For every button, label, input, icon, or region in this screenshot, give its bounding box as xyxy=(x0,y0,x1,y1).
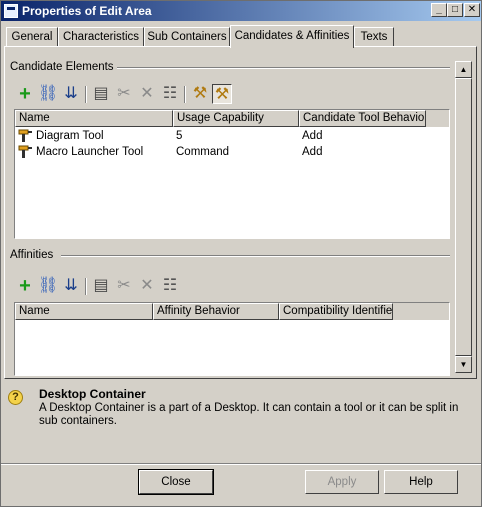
column-header-name[interactable]: Name xyxy=(15,303,153,320)
section-divider xyxy=(117,67,450,69)
candidate-toolbar: + ⛓ ⇊ ▤ ✂ ✕ ☷ ⚒ ⚒ xyxy=(15,84,235,106)
vertical-scrollbar[interactable]: ▲ ▼ xyxy=(455,61,472,373)
title-bar[interactable]: Properties of Edit Area _ □ ✕ xyxy=(1,1,481,21)
scroll-up-icon[interactable]: ▲ xyxy=(455,61,472,78)
description-panel: ? Desktop Container A Desktop Container … xyxy=(2,382,480,465)
properties-dialog: Properties of Edit Area _ □ ✕ General Ch… xyxy=(0,0,482,507)
tool-icon[interactable]: ⚒ xyxy=(190,84,210,104)
link-icon[interactable]: ⛓ xyxy=(38,276,58,296)
toolbar-separator xyxy=(184,86,186,103)
scroll-thumb[interactable] xyxy=(455,78,472,356)
tab-strip: General Characteristics Sub Containers C… xyxy=(4,25,480,48)
candidates-table[interactable]: Name Usage Capability Candidate Tool Beh… xyxy=(14,109,450,239)
row-usage: 5 xyxy=(176,130,183,142)
column-header-compatibility-identifier[interactable]: Compatibility Identifier xyxy=(279,303,393,320)
close-button[interactable]: Close xyxy=(138,469,214,495)
footer-divider xyxy=(1,463,481,465)
delete-icon[interactable]: ✕ xyxy=(137,84,157,104)
properties-icon[interactable]: ▤ xyxy=(91,84,111,104)
tab-candidates-affinities[interactable]: Candidates & Affinities xyxy=(230,25,354,48)
minimize-button[interactable]: _ xyxy=(431,3,447,17)
table-header: Name Usage Capability Candidate Tool Beh… xyxy=(15,110,449,127)
maximize-button[interactable]: □ xyxy=(447,3,463,17)
affinities-table[interactable]: Name Affinity Behavior Compatibility Ide… xyxy=(14,302,450,376)
candidate-tool-icon xyxy=(18,145,34,159)
link-icon[interactable]: ⛓ xyxy=(38,84,58,104)
table-header: Name Affinity Behavior Compatibility Ide… xyxy=(15,303,449,320)
window-icon xyxy=(4,4,18,18)
tab-sub-containers[interactable]: Sub Containers xyxy=(144,27,230,47)
unlink-icon[interactable]: ✂ xyxy=(114,84,134,104)
tab-general[interactable]: General xyxy=(6,27,58,47)
add-icon[interactable]: + xyxy=(15,84,35,104)
candidate-tool-icon[interactable]: ⚒ xyxy=(212,84,232,104)
row-usage: Command xyxy=(176,146,230,158)
description-title: Desktop Container xyxy=(39,387,146,401)
toolbar-separator xyxy=(85,278,87,295)
unlink-icon[interactable]: ✂ xyxy=(114,276,134,296)
row-name: Macro Launcher Tool xyxy=(36,146,144,158)
scroll-content: Candidate Elements + ⛓ ⇊ ▤ ✂ ✕ ☷ ⚒ ⚒ Nam… xyxy=(5,47,455,378)
column-header-name[interactable]: Name xyxy=(15,110,173,127)
tab-characteristics[interactable]: Characteristics xyxy=(58,27,144,47)
properties-icon[interactable]: ▤ xyxy=(91,276,111,296)
row-name: Diagram Tool xyxy=(36,130,104,142)
import-icon[interactable]: ⇊ xyxy=(61,84,81,104)
candidate-tool-icon xyxy=(18,129,34,143)
affinities-label: Affinities xyxy=(10,249,54,261)
row-behavior: Add xyxy=(302,130,323,142)
toolbar-separator xyxy=(85,86,87,103)
column-header-candidate-tool-behavior[interactable]: Candidate Tool Behavior xyxy=(299,110,426,127)
database-icon[interactable]: ☷ xyxy=(160,276,180,296)
column-header-usage-capability[interactable]: Usage Capability xyxy=(173,110,299,127)
add-icon[interactable]: + xyxy=(15,276,35,296)
table-row[interactable]: Diagram Tool 5 Add xyxy=(15,128,449,144)
help-button[interactable]: Help xyxy=(384,470,458,494)
import-icon[interactable]: ⇊ xyxy=(61,276,81,296)
section-divider xyxy=(61,255,450,257)
column-header-affinity-behavior[interactable]: Affinity Behavior xyxy=(153,303,279,320)
affinity-toolbar: + ⛓ ⇊ ▤ ✂ ✕ ☷ xyxy=(15,276,185,298)
table-row[interactable]: Macro Launcher Tool Command Add xyxy=(15,144,449,160)
close-window-button[interactable]: ✕ xyxy=(464,3,480,17)
tab-texts[interactable]: Texts xyxy=(354,27,394,47)
delete-icon[interactable]: ✕ xyxy=(137,276,157,296)
scroll-down-icon[interactable]: ▼ xyxy=(455,356,472,373)
description-body: A Desktop Container is a part of a Deskt… xyxy=(39,402,459,427)
help-icon: ? xyxy=(8,390,23,405)
tab-panel: Candidate Elements + ⛓ ⇊ ▤ ✂ ✕ ☷ ⚒ ⚒ Nam… xyxy=(4,46,477,379)
apply-button[interactable]: Apply xyxy=(305,470,379,494)
row-behavior: Add xyxy=(302,146,323,158)
window-title: Properties of Edit Area xyxy=(22,4,152,18)
database-icon[interactable]: ☷ xyxy=(160,84,180,104)
candidate-elements-label: Candidate Elements xyxy=(10,61,114,73)
